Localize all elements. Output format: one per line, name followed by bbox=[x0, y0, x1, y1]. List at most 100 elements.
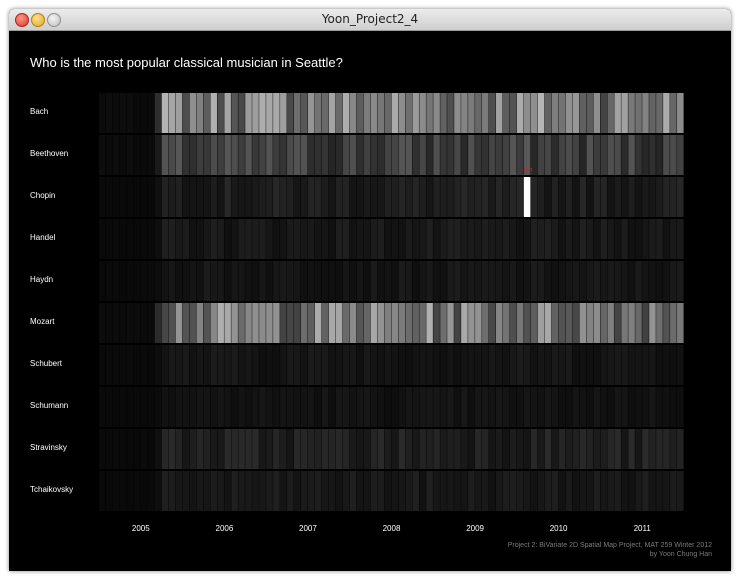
heatmap-cell[interactable] bbox=[461, 261, 468, 301]
heatmap-cell[interactable] bbox=[168, 303, 176, 343]
heatmap-cell[interactable] bbox=[314, 471, 322, 511]
heatmap-cell[interactable] bbox=[280, 219, 287, 259]
heatmap-cell[interactable] bbox=[635, 471, 642, 511]
heatmap-cell[interactable] bbox=[600, 219, 607, 259]
heatmap-cell[interactable] bbox=[482, 177, 489, 217]
heatmap-cell[interactable] bbox=[600, 135, 607, 175]
heatmap-cell[interactable] bbox=[628, 219, 635, 259]
heatmap-cell[interactable] bbox=[482, 429, 489, 469]
heatmap-cell[interactable] bbox=[398, 93, 406, 133]
heatmap-cell[interactable] bbox=[363, 261, 371, 301]
heatmap-cell[interactable] bbox=[105, 303, 113, 343]
heatmap-cell[interactable] bbox=[391, 387, 399, 427]
heatmap-cell[interactable] bbox=[509, 93, 517, 133]
heatmap-cell[interactable] bbox=[363, 429, 371, 469]
heatmap-cell[interactable] bbox=[238, 303, 245, 343]
heatmap-cell[interactable] bbox=[189, 429, 197, 469]
heatmap-cell[interactable] bbox=[175, 135, 183, 175]
heatmap-cell[interactable] bbox=[475, 219, 482, 259]
heatmap-cell[interactable] bbox=[391, 345, 399, 385]
heatmap-cell[interactable] bbox=[398, 261, 406, 301]
heatmap-cell[interactable] bbox=[468, 429, 475, 469]
heatmap-cell[interactable] bbox=[266, 387, 273, 427]
heatmap-cell[interactable] bbox=[217, 303, 224, 343]
heatmap-cell[interactable] bbox=[147, 135, 155, 175]
heatmap-cell[interactable] bbox=[607, 261, 614, 301]
heatmap-cell[interactable] bbox=[154, 429, 162, 469]
heatmap-cell[interactable] bbox=[384, 219, 392, 259]
heatmap-cell[interactable] bbox=[328, 387, 336, 427]
heatmap-cell[interactable] bbox=[412, 303, 419, 343]
heatmap-cell[interactable] bbox=[280, 303, 287, 343]
heatmap-cell[interactable] bbox=[140, 93, 148, 133]
heatmap-cell[interactable] bbox=[377, 471, 385, 511]
heatmap-cell[interactable] bbox=[245, 177, 252, 217]
heatmap-cell[interactable] bbox=[440, 261, 447, 301]
heatmap-cell[interactable] bbox=[565, 261, 573, 301]
heatmap-cell[interactable] bbox=[231, 93, 238, 133]
heatmap-cell[interactable] bbox=[544, 387, 552, 427]
heatmap-cell[interactable] bbox=[273, 261, 280, 301]
heatmap-cell[interactable] bbox=[314, 93, 322, 133]
heatmap-cell[interactable] bbox=[370, 261, 378, 301]
heatmap-cell[interactable] bbox=[266, 261, 273, 301]
heatmap-cell[interactable] bbox=[579, 177, 587, 217]
heatmap-cell[interactable] bbox=[307, 93, 315, 133]
heatmap-cell[interactable] bbox=[586, 387, 594, 427]
heatmap-cell[interactable] bbox=[391, 135, 399, 175]
heatmap-cell[interactable] bbox=[614, 219, 621, 259]
heatmap-cell[interactable] bbox=[593, 93, 601, 133]
heatmap-cell[interactable] bbox=[328, 471, 336, 511]
heatmap-cell[interactable] bbox=[433, 303, 440, 343]
heatmap-cell[interactable] bbox=[440, 345, 447, 385]
heatmap-cell[interactable] bbox=[300, 429, 308, 469]
heatmap-cell[interactable] bbox=[196, 471, 204, 511]
heatmap-cell[interactable] bbox=[349, 303, 357, 343]
heatmap-cell[interactable] bbox=[321, 303, 329, 343]
heatmap-cell[interactable] bbox=[300, 135, 308, 175]
heatmap-cell[interactable] bbox=[649, 219, 656, 259]
heatmap-cell[interactable] bbox=[307, 471, 315, 511]
heatmap-cell[interactable] bbox=[105, 261, 113, 301]
heatmap-cell[interactable] bbox=[245, 303, 252, 343]
heatmap-cell[interactable] bbox=[475, 135, 482, 175]
heatmap-cell[interactable] bbox=[182, 471, 190, 511]
heatmap-cell[interactable] bbox=[112, 93, 120, 133]
heatmap-cell[interactable] bbox=[349, 345, 357, 385]
heatmap-cell[interactable] bbox=[349, 93, 357, 133]
heatmap-cell[interactable] bbox=[440, 135, 447, 175]
heatmap-cell[interactable] bbox=[377, 345, 385, 385]
heatmap-cell[interactable] bbox=[405, 177, 412, 217]
heatmap-cell[interactable] bbox=[509, 177, 517, 217]
heatmap-cell[interactable] bbox=[607, 345, 614, 385]
heatmap-cell[interactable] bbox=[377, 93, 385, 133]
heatmap-cell[interactable] bbox=[377, 303, 385, 343]
heatmap-cell[interactable] bbox=[475, 93, 482, 133]
heatmap-cell[interactable] bbox=[642, 387, 649, 427]
heatmap-cell[interactable] bbox=[196, 261, 204, 301]
heatmap-cell[interactable] bbox=[412, 219, 419, 259]
heatmap-cell[interactable] bbox=[314, 387, 322, 427]
heatmap-cell[interactable] bbox=[224, 387, 231, 427]
heatmap-cell[interactable] bbox=[565, 219, 573, 259]
heatmap-cell[interactable] bbox=[544, 135, 552, 175]
heatmap-cell[interactable] bbox=[565, 471, 573, 511]
heatmap-cell[interactable] bbox=[196, 135, 204, 175]
heatmap-cell[interactable] bbox=[370, 219, 378, 259]
heatmap-cell[interactable] bbox=[196, 387, 204, 427]
heatmap-cell[interactable] bbox=[663, 261, 670, 301]
heatmap-cell[interactable] bbox=[133, 387, 141, 427]
heatmap-cell[interactable] bbox=[642, 177, 649, 217]
heatmap-cell[interactable] bbox=[405, 261, 412, 301]
heatmap-cell[interactable] bbox=[112, 471, 120, 511]
heatmap-cell[interactable] bbox=[537, 429, 545, 469]
heatmap-cell[interactable] bbox=[182, 177, 190, 217]
heatmap-cell[interactable] bbox=[147, 345, 155, 385]
heatmap-cell[interactable] bbox=[628, 429, 635, 469]
heatmap-cell[interactable] bbox=[621, 135, 628, 175]
heatmap-cell[interactable] bbox=[663, 387, 670, 427]
heatmap-cell[interactable] bbox=[168, 219, 176, 259]
heatmap-cell[interactable] bbox=[182, 219, 190, 259]
heatmap-cell[interactable] bbox=[314, 429, 322, 469]
heatmap-cell[interactable] bbox=[370, 429, 378, 469]
